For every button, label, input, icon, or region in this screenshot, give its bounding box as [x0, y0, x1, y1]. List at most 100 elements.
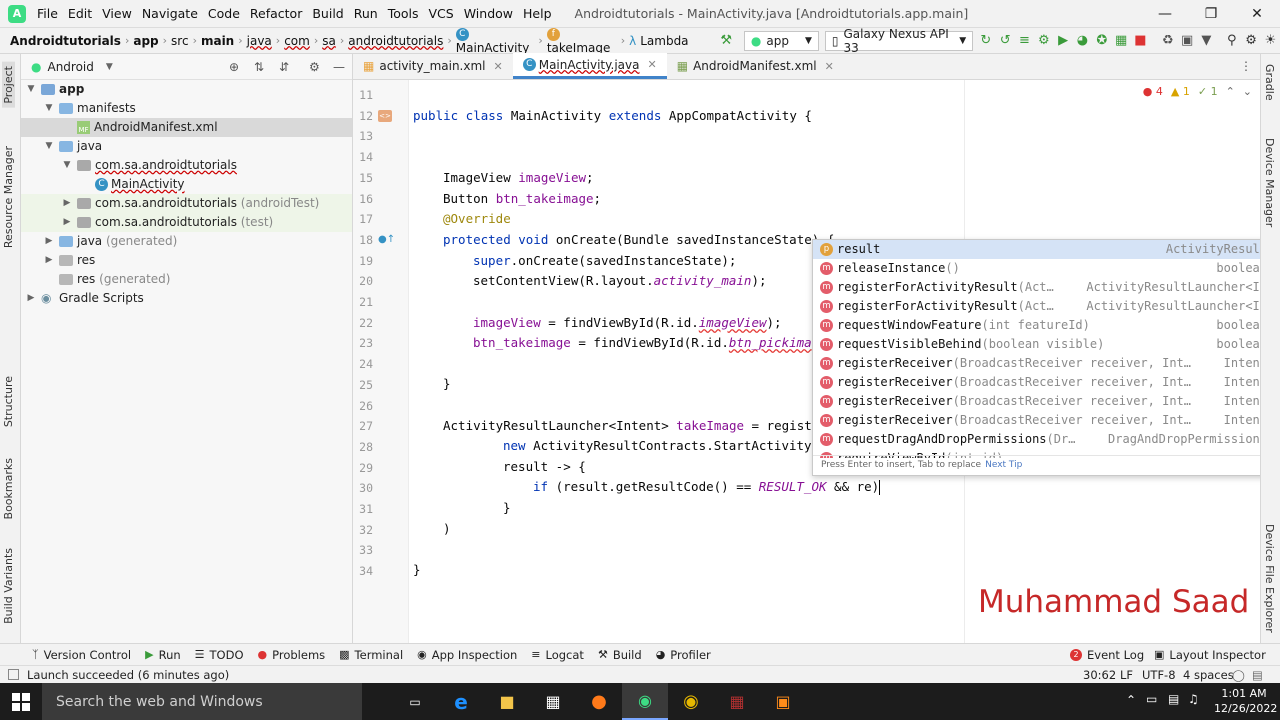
tree-item-app[interactable]: ▼ app — [21, 80, 352, 99]
completion-item[interactable]: m registerForActivityResult(Act… ActivityR… — [813, 278, 1271, 297]
chevron-right-icon[interactable]: ▶ — [43, 251, 55, 270]
stop-icon[interactable]: ■ — [1131, 31, 1150, 51]
tool-logcat[interactable]: ≡ Logcat — [531, 648, 584, 662]
breadcrumb-com[interactable]: com — [280, 34, 314, 48]
completion-item[interactable]: m requestVisibleBehind(boolean visible) bo… — [813, 335, 1271, 354]
line-number[interactable]: 33 — [353, 543, 373, 557]
breadcrumb-project[interactable]: Androidtutorials — [0, 34, 125, 48]
profile-icon[interactable]: ◕ — [1073, 31, 1092, 51]
store-icon[interactable]: ▦ — [530, 683, 576, 720]
task-view-icon[interactable]: ▭ — [392, 683, 438, 720]
completion-item[interactable]: m registerReceiver(BroadcastReceiver rece… — [813, 411, 1271, 430]
breadcrumb-sa[interactable]: sa — [318, 34, 340, 48]
close-icon[interactable]: ✕ — [494, 60, 503, 73]
line-number[interactable]: 32 — [353, 523, 373, 537]
chevron-down-icon[interactable]: ▼ — [61, 156, 73, 175]
edge-icon[interactable]: e — [438, 683, 484, 720]
line-number[interactable]: 21 — [353, 295, 373, 309]
line-number[interactable]: 20 — [353, 274, 373, 288]
warning-count[interactable]: ▲ 1 — [1171, 85, 1190, 98]
gear-icon[interactable]: ⚙ — [309, 60, 320, 74]
breadcrumb-lambda[interactable]: λ Lambda — [625, 34, 692, 48]
line-number[interactable]: 13 — [353, 129, 373, 143]
completion-item[interactable]: m registerReceiver(BroadcastReceiver rece… — [813, 373, 1271, 392]
tool-run[interactable]: ▶ Run — [145, 648, 181, 662]
tree-item-java-generated[interactable]: ▶ java (generated) — [21, 232, 352, 251]
completion-item[interactable]: m registerReceiver(BroadcastReceiver rece… — [813, 354, 1271, 373]
volume-icon[interactable]: ♫ — [1188, 692, 1199, 706]
inspection-widget[interactable]: ● 4 ▲ 1 ✓ 1 ⌃ ⌄ — [1143, 85, 1252, 98]
completion-item[interactable]: p result ActivityResult — [813, 240, 1271, 259]
chevron-right-icon[interactable]: ▶ — [61, 213, 73, 232]
line-number[interactable]: 23 — [353, 336, 373, 350]
completion-item[interactable]: m requestDragAndDropPermissions(Dr… DragAn… — [813, 430, 1271, 449]
line-number[interactable]: 15 — [353, 171, 373, 185]
breadcrumb-src[interactable]: src — [167, 34, 193, 48]
tree-item-java[interactable]: ▼ java — [21, 137, 352, 156]
completion-item[interactable]: m releaseInstance() boolean — [813, 259, 1271, 278]
battery-icon[interactable]: ▭ — [1146, 692, 1157, 706]
line-number[interactable]: 30 — [353, 481, 373, 495]
chevron-right-icon[interactable]: ▶ — [25, 289, 37, 308]
menu-window[interactable]: Window — [459, 6, 518, 21]
chrome-icon[interactable]: ◉ — [668, 683, 714, 720]
layout-icon[interactable]: ▦ — [1111, 31, 1130, 51]
menu-tools[interactable]: Tools — [383, 6, 424, 21]
android-studio-taskbar-icon[interactable]: ◉ — [622, 683, 668, 720]
line-separator[interactable]: LF — [1120, 668, 1133, 682]
more-tabs-icon[interactable]: ⋮ — [1240, 59, 1252, 73]
project-view-select[interactable]: Android — [47, 60, 93, 74]
lock-icon[interactable]: ◯ — [1232, 668, 1245, 682]
menu-build[interactable]: Build — [307, 6, 348, 21]
minimize-button[interactable]: — — [1142, 0, 1188, 28]
menu-refactor[interactable]: Refactor — [245, 6, 307, 21]
line-number[interactable]: 16 — [353, 192, 373, 206]
chevron-down-icon[interactable]: ▼ — [43, 99, 55, 118]
line-number[interactable]: 26 — [353, 399, 373, 413]
menu-help[interactable]: Help — [518, 6, 557, 21]
completion-item[interactable]: m registerReceiver(BroadcastReceiver rece… — [813, 392, 1271, 411]
line-number[interactable]: 27 — [353, 419, 373, 433]
chevron-right-icon[interactable]: ▶ — [61, 194, 73, 213]
restore-button[interactable]: ❐ — [1188, 0, 1234, 28]
tool-build[interactable]: ⚒ Build — [598, 648, 642, 662]
line-number[interactable]: 12 — [353, 109, 373, 123]
next-highlight-icon[interactable]: ⌄ — [1243, 85, 1252, 98]
recorder-icon[interactable]: ▣ — [760, 683, 806, 720]
line-number[interactable]: 31 — [353, 502, 373, 516]
gradle-sync-icon[interactable]: ♻ — [1158, 31, 1177, 51]
coverage-icon[interactable]: ▶ — [1053, 31, 1072, 51]
tool-bookmarks[interactable]: Bookmarks — [2, 458, 15, 519]
breadcrumb-package[interactable]: androidtutorials — [344, 34, 447, 48]
indent-setting[interactable]: 4 spaces — [1183, 668, 1234, 682]
line-number[interactable]: 28 — [353, 440, 373, 454]
hide-icon[interactable]: — — [333, 60, 345, 74]
chevron-down-icon[interactable]: ▼ — [43, 137, 55, 156]
menu-vcs[interactable]: VCS — [424, 6, 459, 21]
error-count[interactable]: ● 4 — [1143, 85, 1163, 98]
tool-structure[interactable]: Structure — [2, 376, 15, 427]
menu-edit[interactable]: Edit — [63, 6, 97, 21]
tree-item-mainactivity[interactable]: C MainActivity — [21, 175, 352, 194]
menu-view[interactable]: View — [97, 6, 137, 21]
tree-item-package-androidtest[interactable]: ▶ com.sa.androidtutorials (androidTest) — [21, 194, 352, 213]
close-icon[interactable]: ✕ — [825, 60, 834, 73]
line-number[interactable]: 29 — [353, 461, 373, 475]
tree-item-package-test[interactable]: ▶ com.sa.androidtutorials (test) — [21, 213, 352, 232]
menu-navigate[interactable]: Navigate — [137, 6, 203, 21]
status-message[interactable]: Launch succeeded (6 minutes ago) — [27, 668, 229, 682]
hammer-icon[interactable]: ⚒ — [717, 31, 736, 51]
chevron-right-icon[interactable]: ▶ — [43, 232, 55, 251]
expand-all-icon[interactable]: ⇅ — [254, 60, 264, 74]
tool-profiler[interactable]: ◕ Profiler — [656, 648, 711, 662]
weak-warning-count[interactable]: ✓ 1 — [1198, 85, 1218, 98]
tree-item-androidmanifest[interactable]: MF AndroidManifest.xml — [21, 118, 352, 137]
line-number[interactable]: 22 — [353, 316, 373, 330]
line-number[interactable]: 14 — [353, 150, 373, 164]
tool-event-log[interactable]: 2 Event Log — [1070, 648, 1144, 662]
tree-item-package[interactable]: ▼ com.sa.androidtutorials — [21, 156, 352, 175]
tool-version-control[interactable]: ᛉ Version Control — [32, 648, 131, 662]
system-clock[interactable]: 1:01 AM 12/26/2022 — [1214, 686, 1277, 716]
network-icon[interactable]: ▤ — [1168, 692, 1179, 706]
layout-link-icon[interactable]: <> — [378, 110, 392, 122]
